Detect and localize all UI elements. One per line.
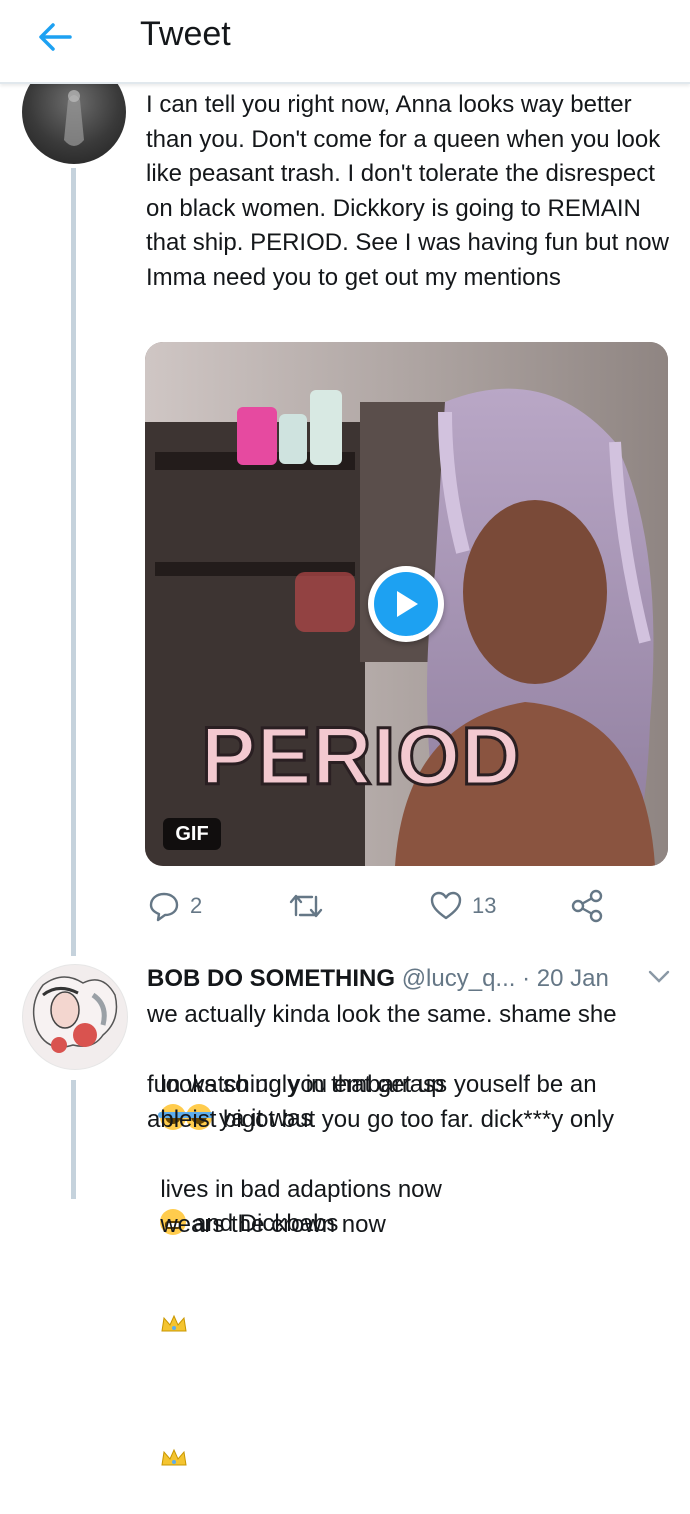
crown-icon — [160, 1376, 188, 1466]
reply-count: 2 — [190, 893, 203, 918]
page-title: Tweet — [140, 15, 231, 53]
play-button[interactable] — [368, 566, 444, 642]
reply-line: ableist bigot but you go too far. dick**… — [147, 1106, 614, 1133]
like-count: 13 — [472, 893, 497, 918]
retweet-icon — [289, 894, 323, 918]
thread-line — [71, 168, 76, 956]
tweet-menu-button[interactable] — [648, 970, 670, 989]
share-button[interactable] — [570, 886, 604, 926]
reply-avatar[interactable] — [22, 964, 128, 1070]
chevron-down-icon — [648, 970, 670, 983]
share-icon — [571, 889, 603, 923]
tweet-body: I can tell you right now, Anna looks way… — [146, 91, 676, 291]
retweet-button[interactable] — [288, 886, 324, 926]
gif-media[interactable]: PERIOD GIF — [145, 342, 668, 866]
avatar-illustration-icon — [32, 976, 118, 1053]
heart-icon — [430, 891, 462, 920]
reply-line-text: wears the crown now — [160, 1210, 386, 1238]
gif-caption: PERIOD — [199, 710, 522, 803]
arrow-left-icon — [39, 23, 72, 51]
crown-icon — [160, 1242, 188, 1332]
gif-badge: GIF — [163, 818, 221, 850]
display-name[interactable]: BOB DO SOMETHING — [147, 965, 395, 992]
app-header: Tweet — [0, 0, 690, 84]
username[interactable]: @lucy_q... — [402, 965, 516, 992]
like-button[interactable]: 13 — [430, 886, 496, 926]
timestamp: · 20 Jan — [522, 965, 609, 992]
play-icon — [397, 591, 418, 617]
reply-line: we actually kinda look the same. shame s… — [147, 1001, 617, 1028]
thread-line — [71, 1080, 76, 1199]
reply-header: BOB DO SOMETHING @lucy_q... · 20 Jan — [147, 962, 667, 996]
reply-icon — [149, 892, 179, 922]
reply-line: fun watching you embarrass youself be an — [147, 1071, 597, 1098]
reply-line: wears the crown now — [147, 1173, 677, 1510]
reply-button[interactable]: 2 — [148, 886, 202, 926]
back-button[interactable] — [30, 12, 80, 62]
